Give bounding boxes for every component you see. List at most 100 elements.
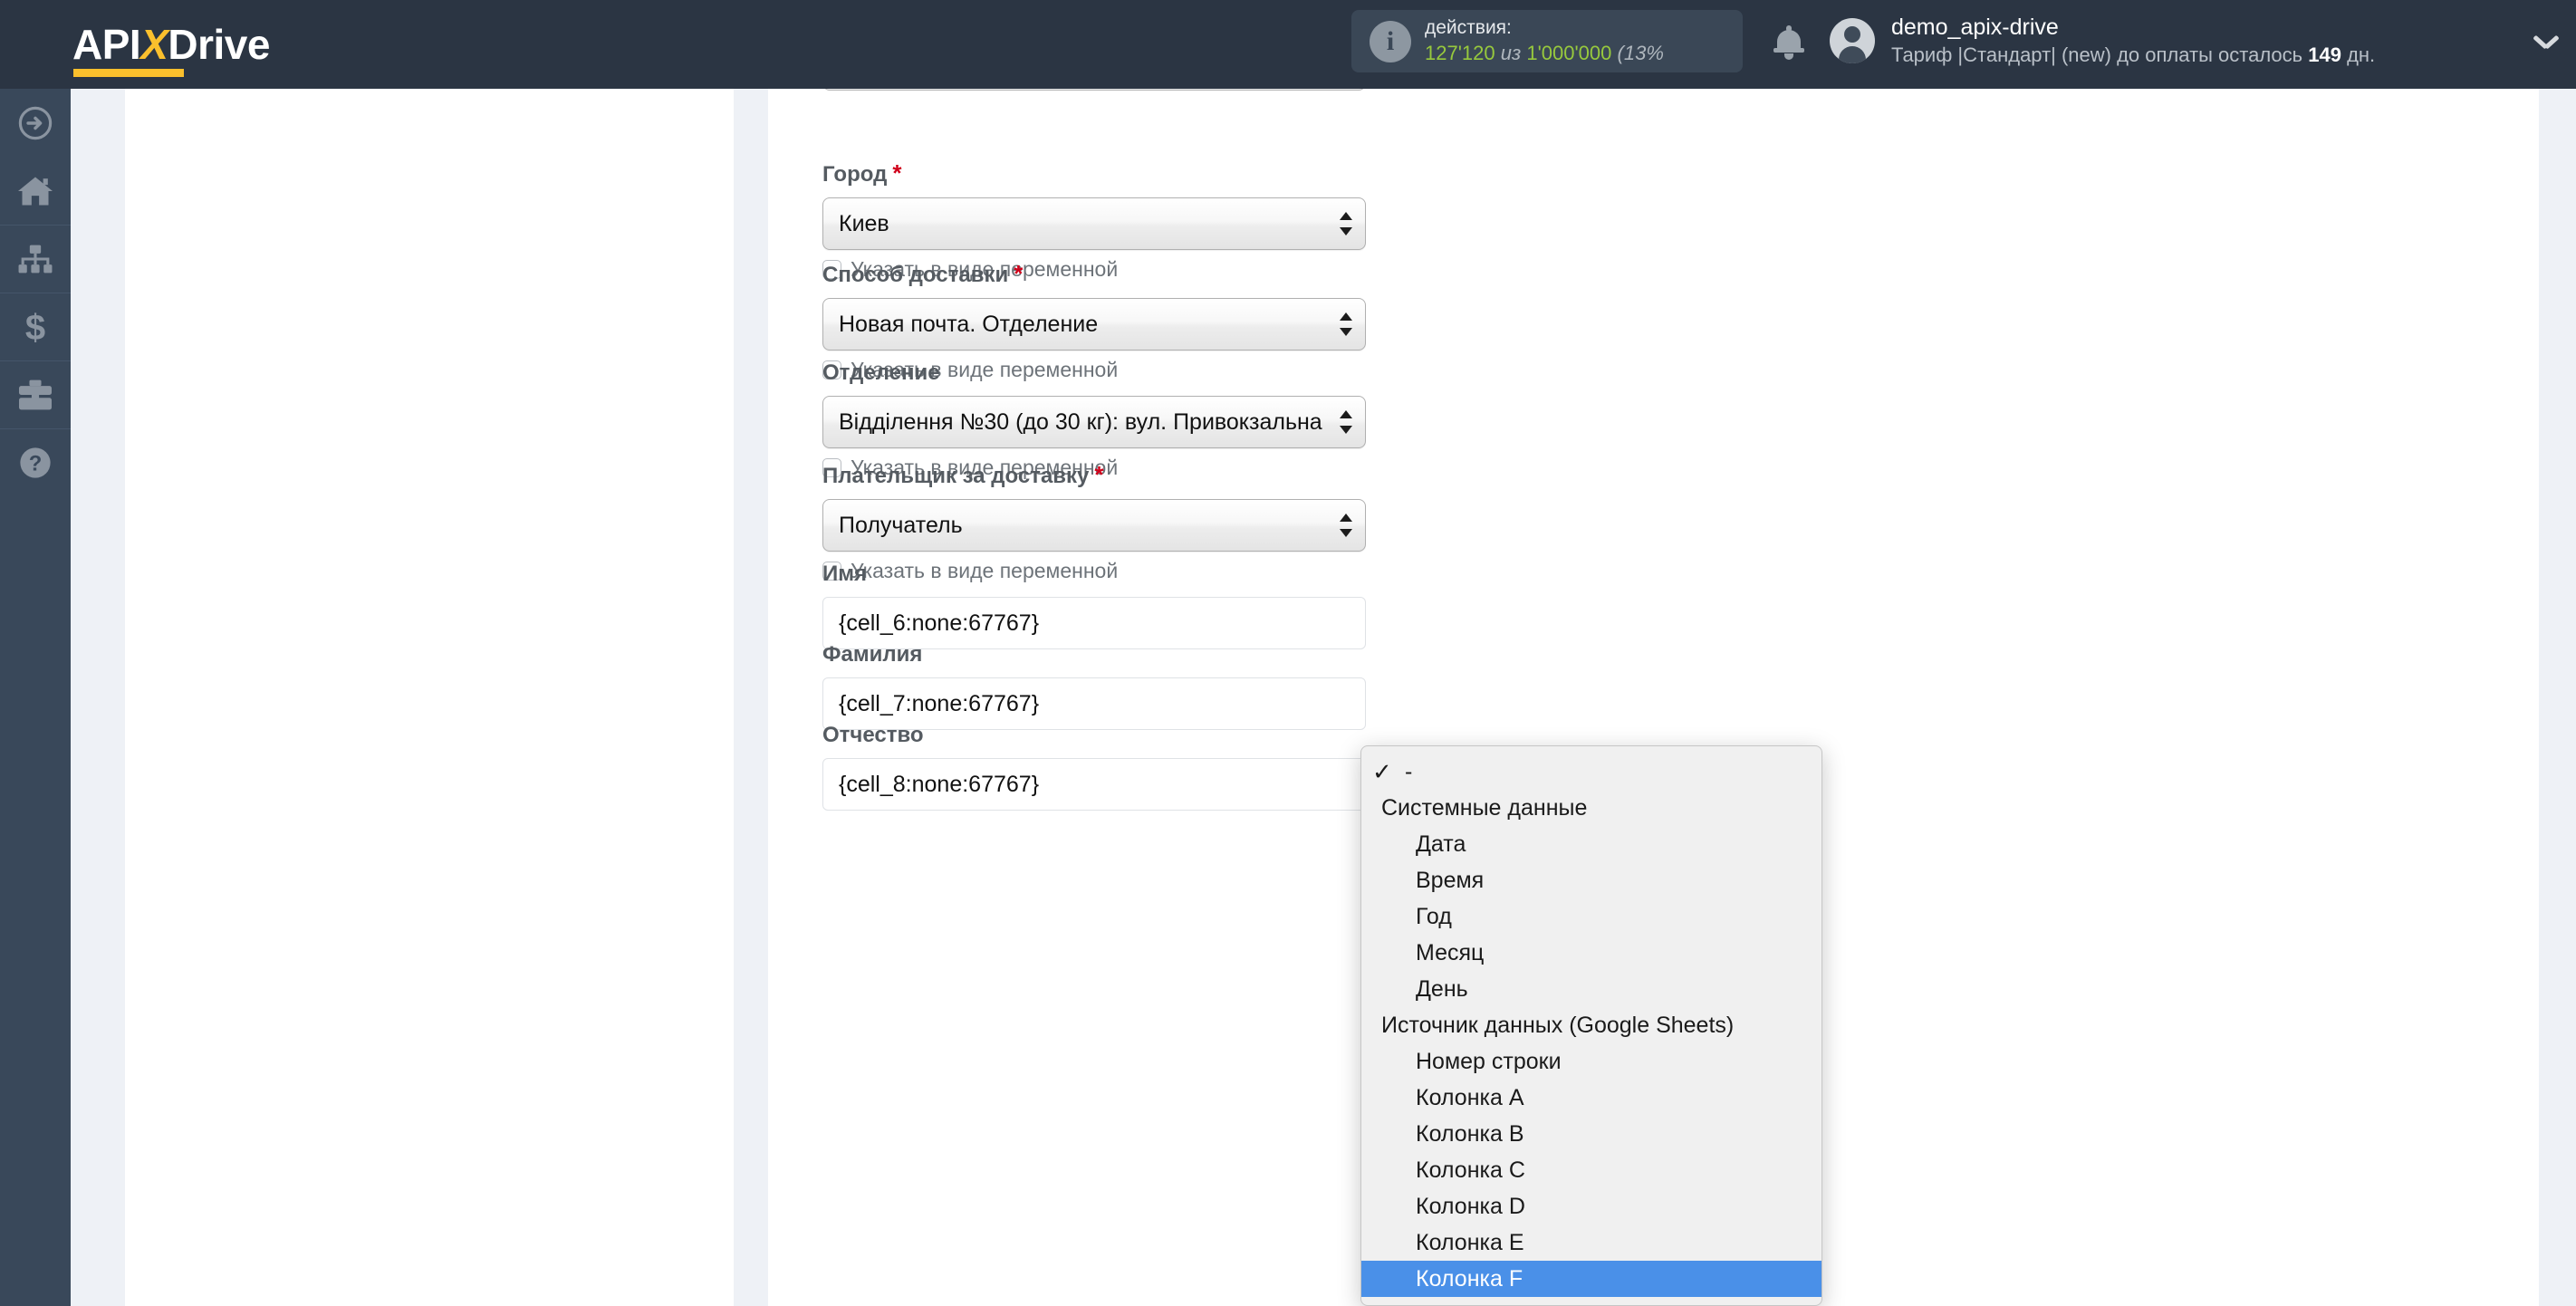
svg-text:?: ? [29,452,43,476]
logo-x: X [140,21,168,68]
field-label: Способ доставки * [822,260,1024,287]
field-select[interactable]: Получатель [822,499,1366,552]
quota-total: 1'000'000 [1526,41,1612,64]
dropdown-item-label: Источник данных (Google Sheets) [1381,1012,1735,1038]
dropdown-item-label: Месяц [1416,939,1485,965]
user-menu[interactable]: demo_apix-drive Тариф |Стандарт| (new) д… [1830,13,2375,68]
field-label: Отделение [822,360,940,385]
dropdown-item[interactable]: Номер строки [1361,1043,1821,1080]
field-label: Фамилия [822,642,923,667]
left-panel-card [125,89,734,1306]
select-stepper-icon [1340,210,1352,237]
chevron-down-icon[interactable] [2534,34,2558,49]
dropdown-item-label: Колонка E [1416,1229,1524,1255]
logo-underline [73,69,184,77]
dropdown-item-label: Колонка F [1416,1265,1523,1292]
form-field-5: Имя {cell_6:none:67767} [822,563,1366,649]
dollar-icon: $ [22,309,49,345]
sidebar-item-billing[interactable]: $ [0,293,71,360]
dropdown-item-label: Дата [1416,831,1466,857]
dropdown-item-label: Колонка G [1416,1302,1526,1306]
dropdown-item-label: Время [1416,867,1485,893]
dropdown-item[interactable]: Год [1361,898,1821,935]
actions-quota-box[interactable]: i действия: 127'120 из 1'000'000 (13% [1351,10,1743,72]
sidebar-item-connections[interactable] [0,225,71,293]
user-plan-info: Тариф |Стандарт| (new) до оплаты осталос… [1891,43,2375,69]
dropdown-item-selected[interactable]: Колонка F [1361,1261,1821,1297]
apixdrive-logo[interactable]: APIXDrive [72,21,270,77]
quota-text: действия: 127'120 из 1'000'000 (13% [1425,16,1664,66]
required-asterisk: * [1094,461,1104,488]
field-select[interactable]: Відділення №30 (до 30 кг): вул. Привокза… [822,396,1366,448]
question-circle-icon: ? [18,446,53,480]
field-label: Отчество [822,723,924,747]
svg-text:$: $ [25,309,45,345]
field-select[interactable]: Новая почта. Отделение [822,298,1366,351]
dropdown-item[interactable]: Колонка G [1361,1297,1821,1306]
field-text-input[interactable]: {cell_8:none:67767} [822,758,1366,811]
required-asterisk: * [892,159,902,187]
dropdown-item[interactable]: Месяц [1361,935,1821,971]
sidebar-item-help[interactable]: ? [0,428,71,496]
dropdown-item[interactable]: Колонка C [1361,1152,1821,1188]
sitemap-icon [17,244,53,274]
select-stepper-icon [1340,311,1352,338]
quota-percent: (13% [1617,41,1664,64]
logo-api: API [72,21,141,68]
dropdown-item[interactable]: Колонка D [1361,1188,1821,1224]
logo-drive: Drive [168,21,270,68]
dropdown-item-label: Колонка C [1416,1157,1525,1183]
dropdown-item-label: - [1405,758,1413,784]
dropdown-item[interactable]: Источник данных (Google Sheets) [1361,1007,1821,1043]
form-field-6: Фамилия {cell_7:none:67767} [822,644,1366,730]
quota-values: 127'120 из 1'000'000 (13% [1425,41,1664,66]
dropdown-item[interactable]: Дата [1361,826,1821,862]
dropdown-item[interactable]: Колонка E [1361,1224,1821,1261]
variable-picker-dropdown[interactable]: ✓ - Системные данные Дата Время Год Месяц День И… [1360,745,1822,1306]
dropdown-item-label: Колонка A [1416,1084,1524,1110]
avatar [1830,17,1875,63]
select-stepper-icon [1340,408,1352,436]
quota-used: 127'120 [1425,41,1495,64]
left-icon-sidebar: $ ? [0,89,71,1306]
check-icon: ✓ [1372,758,1392,785]
dropdown-item[interactable]: Системные данные [1361,790,1821,826]
dropdown-item-label: Год [1416,903,1452,929]
plan-days: 149 [2308,43,2341,66]
field-select-value: Получатель [839,512,963,538]
dropdown-item[interactable]: Время [1361,862,1821,898]
field-select[interactable]: Киев [822,197,1366,250]
top-header-bar: APIXDrive i действия: 127'120 из 1'000'0… [0,0,2576,89]
field-label: Имя [822,562,868,586]
dropdown-item[interactable]: День [1361,971,1821,1007]
sidebar-item-expand-sidebar[interactable] [0,89,71,157]
plan-suffix: дн. [2347,43,2376,66]
quota-label: действия: [1425,16,1512,38]
dropdown-item[interactable]: ✓ - [1361,754,1821,790]
sidebar-item-business[interactable] [0,360,71,428]
field-label: Город * [822,159,902,187]
required-asterisk: * [1014,260,1024,287]
dropdown-item-label: День [1416,975,1468,1002]
dropdown-item-label: Колонка B [1416,1120,1524,1147]
briefcase-icon [17,379,53,411]
select-stepper-icon [1340,512,1352,539]
dropdown-item[interactable]: Колонка A [1361,1080,1821,1116]
field-select-value: Новая почта. Отделение [839,311,1099,337]
quota-of: из [1500,41,1522,64]
info-icon: i [1370,20,1411,62]
dropdown-item[interactable]: Колонка B [1361,1116,1821,1152]
sidebar-item-home[interactable] [0,157,71,225]
field-label: Плательщик за доставку * [822,461,1104,488]
form-field-7: Отчество {cell_8:none:67767} [822,725,1366,811]
field-select-value: Відділення №30 (до 30 кг): вул. Привокза… [839,408,1322,435]
dropdown-item-label: Номер строки [1416,1048,1562,1074]
user-name: demo_apix-drive [1891,14,2059,40]
notifications-bell-icon[interactable] [1773,24,1804,63]
dropdown-item-label: Колонка D [1416,1193,1525,1219]
field-select-value: Киев [839,210,889,236]
home-icon [16,174,54,208]
plan-prefix: Тариф |Стандарт| (new) до оплаты осталос… [1891,43,2303,66]
dropdown-item-label: Системные данные [1381,794,1588,821]
arrow-right-circle-icon [18,106,53,140]
